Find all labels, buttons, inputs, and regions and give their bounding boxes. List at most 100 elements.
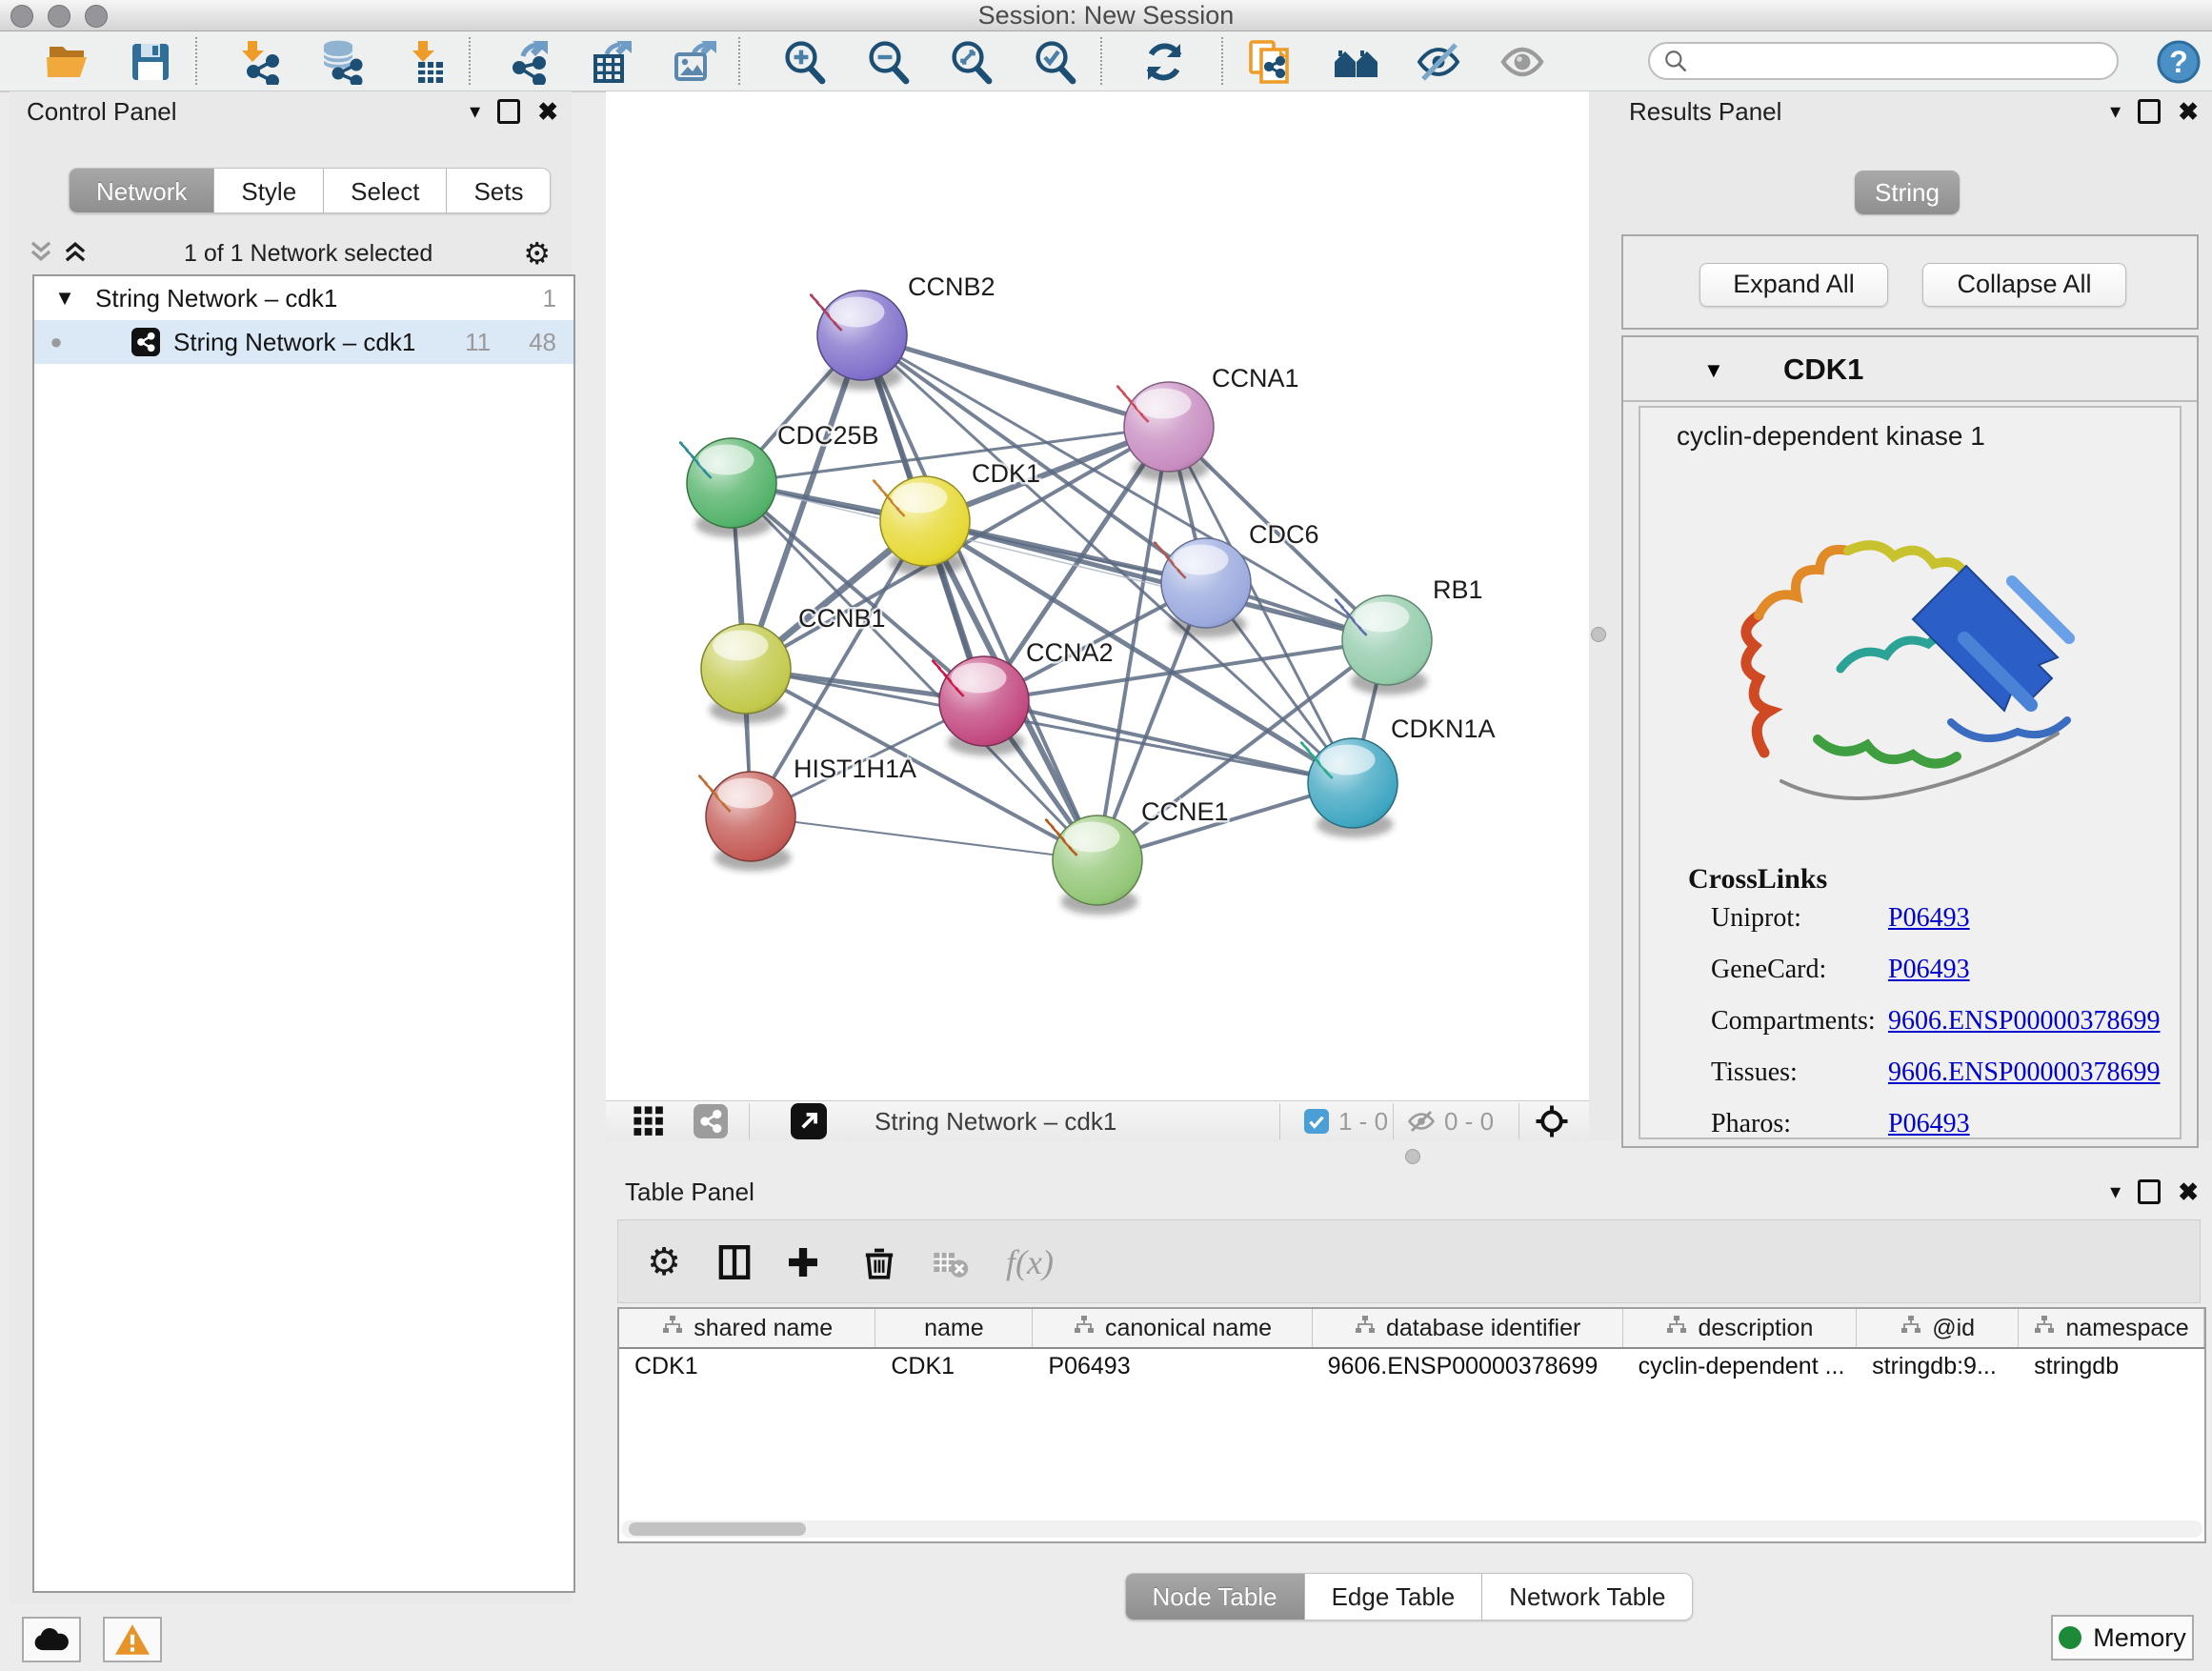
search-field[interactable] [1648, 42, 2119, 80]
panel-collapse-icon[interactable]: ▾ [470, 101, 480, 122]
tab-edge-table[interactable]: Edge Table [1305, 1573, 1483, 1621]
apply-layout-icon[interactable] [1140, 38, 1188, 86]
tab-select[interactable]: Select [324, 168, 447, 213]
network-row[interactable]: ● String Network – cdk1 11 48 [34, 320, 573, 364]
splitter-handle[interactable] [1405, 1149, 1420, 1164]
warnings-button[interactable] [103, 1617, 162, 1662]
table-cell[interactable]: P06493 [1033, 1349, 1312, 1387]
panel-float-icon[interactable] [497, 99, 520, 124]
network-graph[interactable]: CCNB2CCNA1CDC25BCDK1CDC6RB1CCNB1CCNA2CDK… [606, 91, 1589, 1100]
network-options-gear-icon[interactable]: ⚙ [523, 238, 551, 269]
network-node-ccna2[interactable]: CCNA2 [933, 638, 1113, 755]
automation-cloud-button[interactable] [22, 1617, 81, 1662]
network-edge[interactable] [862, 335, 1169, 427]
show-columns-icon[interactable] [710, 1238, 759, 1287]
panel-close-icon[interactable]: ✖ [2178, 101, 2199, 122]
network-edge[interactable] [751, 816, 1097, 860]
export-network-icon[interactable] [505, 38, 553, 86]
network-label: String Network – cdk1 [173, 328, 465, 357]
save-session-icon[interactable] [127, 38, 174, 86]
table-cell[interactable]: 9606.ENSP00000378699 [1313, 1349, 1623, 1387]
panel-close-icon[interactable]: ✖ [537, 101, 558, 122]
table-cell[interactable]: CDK1 [619, 1349, 875, 1387]
column-header-namespace[interactable]: namespace [2019, 1309, 2204, 1347]
open-in-window-icon[interactable] [791, 1105, 827, 1137]
import-table-icon[interactable] [402, 38, 450, 86]
panel-float-icon[interactable] [2138, 99, 2161, 124]
panel-close-icon[interactable]: ✖ [2178, 1181, 2199, 1202]
panel-collapse-icon[interactable]: ▾ [2110, 1181, 2121, 1202]
delete-column-icon[interactable] [855, 1238, 904, 1287]
crosslink-value-link[interactable]: P06493 [1888, 1109, 1970, 1139]
panel-collapse-icon[interactable]: ▾ [2110, 101, 2121, 122]
table-cell[interactable]: cyclin-dependent ... [1623, 1349, 1858, 1387]
column-header--id[interactable]: @id [1857, 1309, 2019, 1347]
tab-string[interactable]: String [1855, 171, 1960, 214]
panel-float-icon[interactable] [2138, 1179, 2161, 1204]
expand-all-button[interactable]: Expand All [1699, 263, 1888, 307]
import-database-icon[interactable] [316, 38, 364, 86]
tab-network-table[interactable]: Network Table [1482, 1573, 1693, 1621]
column-header-canonical-name[interactable]: canonical name [1033, 1309, 1312, 1347]
zoom-selected-icon[interactable] [1032, 38, 1079, 86]
tab-sets[interactable]: Sets [447, 168, 551, 213]
function-builder-icon[interactable]: f(x) [992, 1238, 1068, 1287]
export-table-icon[interactable] [589, 38, 636, 86]
collapse-all-button[interactable]: Collapse All [1922, 263, 2126, 307]
network-node-rb1[interactable]: RB1 [1336, 575, 1482, 695]
network-node-cdk1[interactable]: CDK1 [874, 459, 1040, 575]
crosslink-value-link[interactable]: 9606.ENSP00000378699 [1888, 1057, 2160, 1088]
column-header-name[interactable]: name [875, 1309, 1033, 1347]
section-expander-icon[interactable]: ▼ [1703, 358, 1724, 383]
home-icon[interactable] [1332, 38, 1379, 86]
horizontal-scrollbar[interactable] [621, 1520, 2202, 1538]
network-node-hist1h1a[interactable]: HIST1H1A [699, 755, 916, 871]
zoom-out-icon[interactable] [865, 38, 913, 86]
import-network-icon[interactable] [233, 38, 281, 86]
duplicate-network-icon[interactable] [1246, 38, 1294, 86]
fit-selected-crosshair-icon[interactable] [1535, 1105, 1569, 1137]
tab-network[interactable]: Network [69, 168, 214, 213]
zoom-fit-icon[interactable] [948, 38, 995, 86]
table-cell[interactable]: stringdb [2019, 1349, 2204, 1387]
delete-table-icon[interactable] [925, 1238, 975, 1287]
column-header-shared-name[interactable]: shared name [619, 1309, 875, 1347]
expand-all-networks-icon[interactable] [63, 237, 88, 271]
memory-button[interactable]: Memory [2051, 1615, 2194, 1661]
tree-expander-icon[interactable]: ▼ [34, 286, 95, 311]
export-image-icon[interactable] [672, 38, 719, 86]
table-cell[interactable]: CDK1 [875, 1349, 1033, 1387]
open-session-icon[interactable] [43, 38, 90, 86]
table-cell[interactable]: stringdb:9... [1857, 1349, 2019, 1387]
column-header-description[interactable]: description [1623, 1309, 1858, 1347]
network-canvas[interactable]: CCNB2CCNA1CDC25BCDK1CDC6RB1CCNB1CCNA2CDK… [606, 91, 1589, 1100]
collapse-all-networks-icon[interactable] [29, 237, 53, 271]
network-node-cdkn1a[interactable]: CDKN1A [1301, 715, 1495, 837]
vertical-splitter[interactable] [1589, 91, 1608, 1140]
column-header-database-identifier[interactable]: database identifier [1313, 1309, 1623, 1347]
hide-selected-icon[interactable] [1415, 38, 1462, 86]
table-settings-gear-icon[interactable]: ⚙ [639, 1238, 689, 1287]
results-actions-box: Expand All Collapse All [1621, 234, 2199, 330]
network-node-ccnb1[interactable]: CCNB1 [701, 604, 886, 723]
gene-section-header[interactable]: ▼ CDK1 [1623, 337, 2197, 402]
help-icon[interactable]: ? [2155, 38, 2202, 86]
crosslink-value-link[interactable]: 9606.ENSP00000378699 [1888, 1006, 2160, 1037]
tab-node-table[interactable]: Node Table [1125, 1573, 1305, 1621]
node-label: CCNE1 [1141, 797, 1229, 826]
scrollbar-handle[interactable] [629, 1522, 806, 1536]
crosslink-value-link[interactable]: P06493 [1888, 903, 1970, 934]
table-row[interactable]: CDK1CDK1P064939606.ENSP00000378699cyclin… [619, 1349, 2204, 1387]
add-column-icon[interactable] [778, 1238, 828, 1287]
show-all-icon[interactable] [1498, 38, 1546, 86]
search-input[interactable] [1698, 47, 2103, 75]
hidden-eye-icon [1407, 1105, 1436, 1137]
network-node-cdc6[interactable]: CDC6 [1155, 520, 1318, 637]
network-node-cdc25b[interactable]: CDC25B [680, 421, 878, 537]
zoom-in-icon[interactable] [781, 38, 829, 86]
tab-style[interactable]: Style [214, 168, 324, 213]
splitter-handle[interactable] [1591, 627, 1606, 642]
birdseye-view-icon[interactable] [633, 1105, 665, 1137]
crosslink-value-link[interactable]: P06493 [1888, 955, 1970, 985]
network-collection-row[interactable]: ▼ String Network – cdk1 1 [34, 276, 573, 320]
